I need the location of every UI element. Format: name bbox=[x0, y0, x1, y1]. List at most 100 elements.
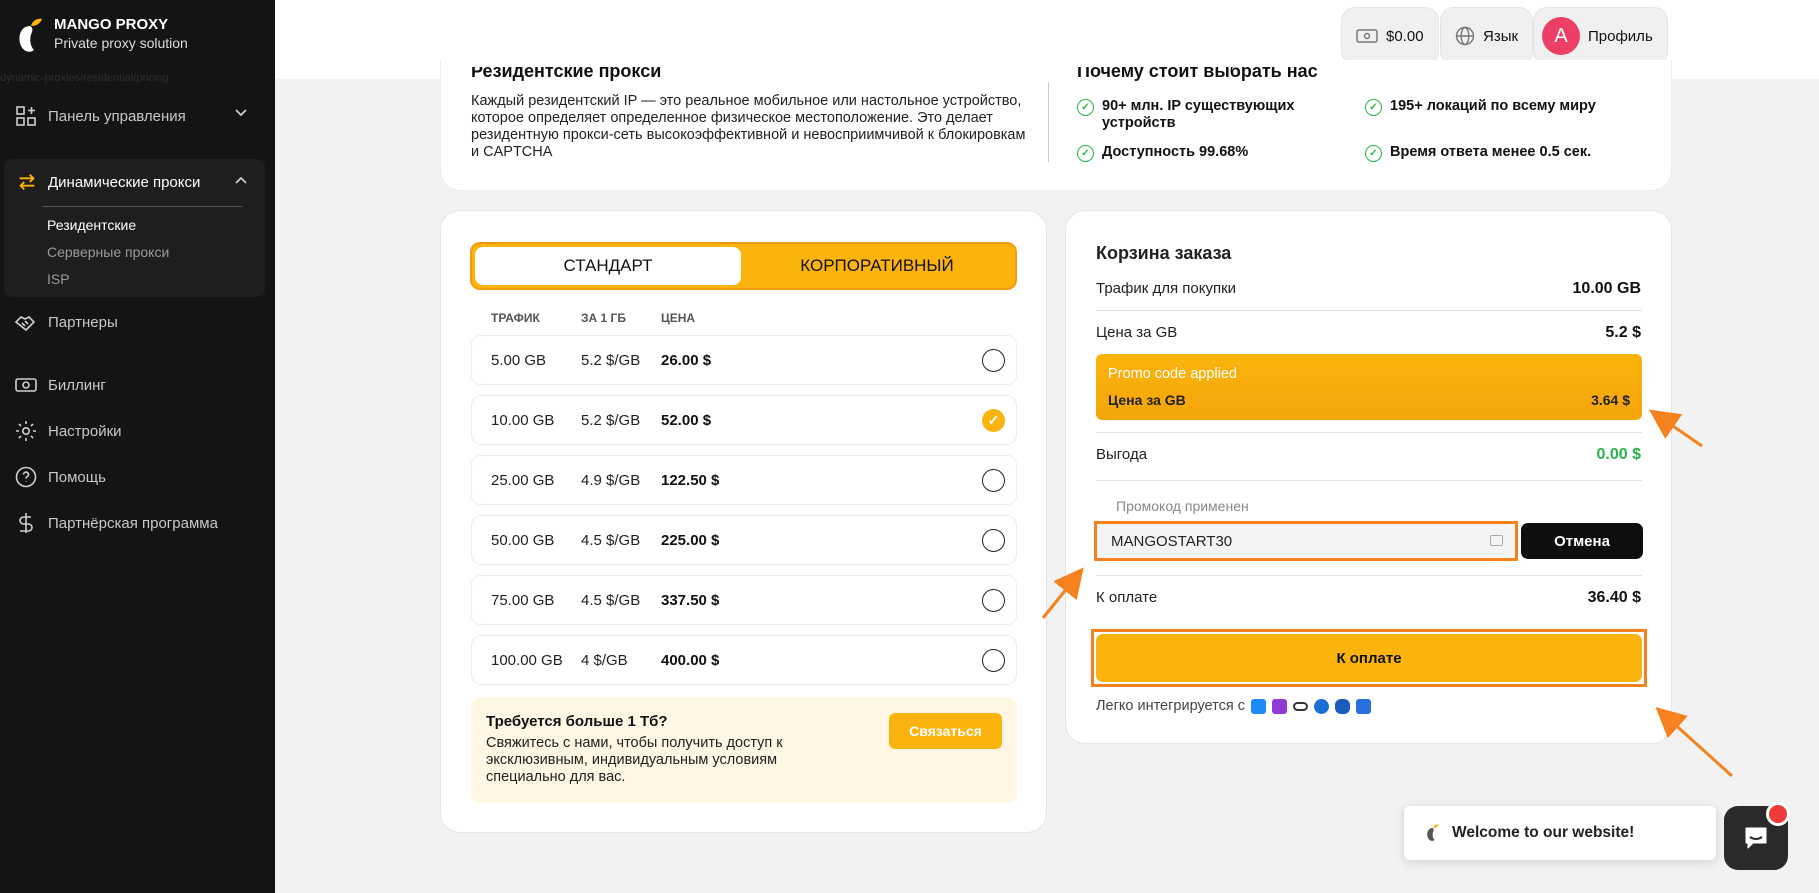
notification-badge bbox=[1766, 802, 1790, 826]
plan-price: 122.50 $ bbox=[661, 472, 720, 489]
profile-button[interactable]: A Профиль bbox=[1533, 7, 1668, 65]
cta-text: Свяжитесь с нами, чтобы получить доступ … bbox=[486, 735, 783, 785]
plan-type-toggle: СТАНДАРТ КОРПОРАТИВНЫЙ bbox=[470, 242, 1017, 290]
language-button[interactable]: Язык bbox=[1440, 7, 1534, 65]
plan-row[interactable]: 5.00 GB 5.2 $/GB 26.00 $ bbox=[471, 335, 1017, 385]
gear-icon bbox=[16, 421, 36, 441]
nav-dashboard[interactable]: Панель управления bbox=[14, 104, 186, 128]
promo-code-input[interactable]: MANGOSTART30 bbox=[1094, 521, 1518, 561]
column-header-price: ЦЕНА bbox=[661, 311, 696, 325]
check-circle-icon: ✓ bbox=[1077, 145, 1094, 162]
divider bbox=[1096, 310, 1642, 311]
nav-partners[interactable]: Партнеры bbox=[14, 310, 118, 334]
promo-field-label: Промокод применен bbox=[1116, 498, 1249, 514]
savings-label: Выгода bbox=[1096, 446, 1148, 463]
sidebar: MANGO PROXY Private proxy solution dynam… bbox=[0, 0, 275, 893]
plan-row[interactable]: 25.00 GB 4.9 $/GB 122.50 $ bbox=[471, 455, 1017, 505]
nav-server-proxies[interactable]: Серверные прокси bbox=[47, 244, 169, 260]
chevron-up-icon[interactable] bbox=[234, 173, 248, 190]
plan-price: 26.00 $ bbox=[661, 352, 712, 369]
promo-price-label: Цена за GB bbox=[1108, 392, 1186, 408]
chat-bubble-icon bbox=[1745, 827, 1767, 849]
plan-row[interactable]: 50.00 GB 4.5 $/GB 225.00 $ bbox=[471, 515, 1017, 565]
plan-traffic: 50.00 GB bbox=[491, 532, 555, 549]
tab-standard[interactable]: СТАНДАРТ bbox=[475, 247, 741, 285]
nav-settings[interactable]: Настройки bbox=[14, 419, 122, 443]
brand-tagline: Private proxy solution bbox=[54, 35, 188, 51]
plan-row[interactable]: 10.00 GB 5.2 $/GB 52.00 $ ✓ bbox=[471, 395, 1017, 445]
x-icon bbox=[1356, 698, 1372, 714]
chat-welcome-popup[interactable]: Welcome to our website! bbox=[1404, 806, 1716, 860]
infinity-icon bbox=[1293, 701, 1309, 711]
plan-per-gb: 4 $/GB bbox=[581, 652, 628, 669]
plan-radio[interactable] bbox=[982, 529, 1005, 552]
divider bbox=[1096, 432, 1642, 433]
divider bbox=[1096, 575, 1642, 576]
integrations-row: Легко интегрируется с bbox=[1096, 698, 1372, 714]
feature-text: 90+ млн. IP существующих устройств bbox=[1102, 98, 1295, 131]
mango-logo-icon bbox=[19, 18, 42, 52]
plan-radio[interactable] bbox=[982, 589, 1005, 612]
plan-radio[interactable] bbox=[982, 349, 1005, 372]
feature-item: ✓ 195+ локаций по всему миру bbox=[1365, 98, 1596, 116]
video-icon bbox=[1272, 698, 1288, 714]
nav-billing-label: Биллинг bbox=[48, 376, 106, 394]
cancel-promo-button[interactable]: Отмена bbox=[1521, 523, 1643, 559]
info-card: Резидентские прокси Почему стоит выбрать… bbox=[440, 60, 1672, 191]
plan-radio[interactable] bbox=[982, 649, 1005, 672]
promo-code-value: MANGOSTART30 bbox=[1111, 532, 1233, 550]
chevron-down-icon[interactable] bbox=[234, 106, 248, 123]
plan-radio[interactable] bbox=[982, 469, 1005, 492]
plan-per-gb: 4.5 $/GB bbox=[581, 592, 641, 609]
savings-value: 0.00 $ bbox=[1596, 446, 1641, 463]
balance-value: $0.00 bbox=[1386, 27, 1424, 45]
integrations-label: Легко интегрируется с bbox=[1096, 698, 1246, 714]
cart-title: Корзина заказа bbox=[1096, 243, 1232, 263]
logo[interactable]: MANGO PROXY Private proxy solution bbox=[16, 16, 188, 56]
profile-label: Профиль bbox=[1588, 27, 1653, 45]
plan-per-gb: 4.5 $/GB bbox=[581, 532, 641, 549]
tab-corporate[interactable]: КОРПОРАТИВНЫЙ bbox=[744, 247, 1010, 285]
divider bbox=[1096, 480, 1642, 481]
handshake-icon bbox=[14, 316, 36, 332]
plan-per-gb: 5.2 $/GB bbox=[581, 352, 641, 369]
nav-affiliate-label: Партнёрская программа bbox=[48, 514, 218, 532]
nav-dashboard-label: Панель управления bbox=[48, 107, 186, 125]
dashboard-icon bbox=[16, 106, 36, 126]
nav-residential[interactable]: Резидентские bbox=[47, 217, 136, 233]
nav-affiliate[interactable]: Партнёрская программа bbox=[14, 511, 218, 535]
nav-help-label: Помощь bbox=[48, 468, 106, 486]
column-header-per-gb: ЗА 1 ГБ bbox=[581, 311, 626, 325]
brand-name: MANGO PROXY bbox=[54, 16, 169, 33]
plan-traffic: 5.00 GB bbox=[491, 352, 547, 369]
keyboard-icon bbox=[1490, 535, 1503, 546]
feature-text: Доступность 99.68% bbox=[1102, 144, 1249, 160]
nav-help[interactable]: Помощь bbox=[14, 465, 106, 489]
balance-button[interactable]: $0.00 bbox=[1341, 7, 1439, 65]
divider bbox=[1048, 82, 1049, 162]
chat-welcome-text: Welcome to our website! bbox=[1452, 824, 1635, 841]
plan-per-gb: 4.9 $/GB bbox=[581, 472, 641, 489]
column-header-traffic: ТРАФИК bbox=[491, 311, 540, 325]
price-per-gb-value: 5.2 $ bbox=[1605, 324, 1641, 341]
feature-item: ✓ Время ответа менее 0.5 сек. bbox=[1365, 144, 1591, 162]
plan-row[interactable]: 100.00 GB 4 $/GB 400.00 $ bbox=[471, 635, 1017, 685]
contact-button[interactable]: Связаться bbox=[889, 713, 1002, 749]
nav-dynamic-proxies-label: Динамические прокси bbox=[48, 173, 201, 191]
banknote-icon bbox=[15, 378, 37, 392]
check-circle-icon: ✓ bbox=[1365, 99, 1382, 116]
check-circle-icon: ✓ bbox=[1077, 99, 1094, 116]
plan-price: 337.50 $ bbox=[661, 592, 720, 609]
swap-arrows-icon bbox=[19, 174, 35, 190]
plan-radio-checked[interactable]: ✓ bbox=[982, 409, 1005, 432]
promo-price-value: 3.64 $ bbox=[1591, 392, 1630, 408]
nav-dynamic-proxies[interactable]: Динамические прокси bbox=[16, 171, 200, 193]
nav-isp[interactable]: ISP bbox=[47, 271, 70, 287]
nav-billing[interactable]: Биллинг bbox=[14, 373, 106, 397]
plans-card: СТАНДАРТ КОРПОРАТИВНЫЙ ТРАФИК ЗА 1 ГБ ЦЕ… bbox=[440, 210, 1047, 833]
feature-item: ✓ Доступность 99.68% bbox=[1077, 144, 1248, 162]
plan-row[interactable]: 75.00 GB 4.5 $/GB 337.50 $ bbox=[471, 575, 1017, 625]
nav-settings-label: Настройки bbox=[48, 422, 122, 440]
traffic-label: Трафик для покупки bbox=[1096, 280, 1237, 297]
pay-button[interactable]: К оплате bbox=[1096, 634, 1642, 682]
